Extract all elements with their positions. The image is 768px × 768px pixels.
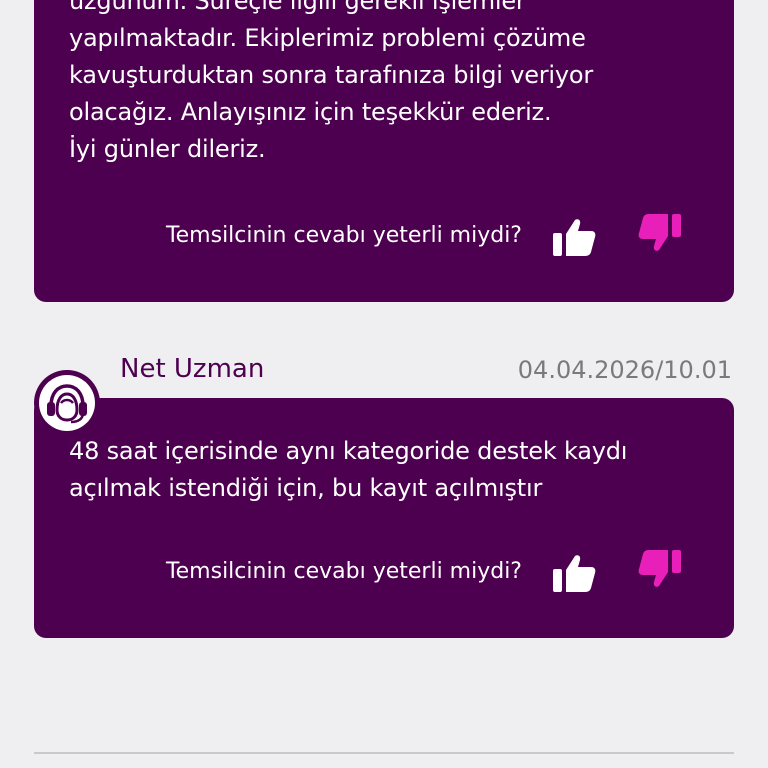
- dislike-button[interactable]: [635, 547, 685, 591]
- message-timestamp: 04.04.2026/10.01: [517, 356, 732, 384]
- message-line: İyi günler dileriz.: [69, 135, 266, 163]
- feedback-question: Temsilcinin cevabı yeterli miydi?: [165, 223, 522, 248]
- message-text: üzgünüm. Süreçle ilgili gerekli işlemler…: [69, 0, 704, 168]
- thumbs-up-icon: [553, 219, 596, 256]
- support-agent-icon: [47, 384, 87, 424]
- chat-thread: üzgünüm. Süreçle ilgili gerekli işlemler…: [0, 0, 768, 768]
- thumbs-up-icon: [553, 555, 596, 592]
- dislike-button[interactable]: [635, 211, 685, 255]
- message-line: açılmak istendiği için, bu kayıt açılmış…: [69, 474, 543, 502]
- message-bubble: üzgünüm. Süreçle ilgili gerekli işlemler…: [34, 0, 734, 302]
- message-line: yapılmaktadır. Ekiplerimiz problemi çözü…: [69, 24, 586, 52]
- like-button[interactable]: [550, 551, 598, 595]
- avatar: [34, 370, 100, 436]
- message-line: 48 saat içerisinde aynı kategoride deste…: [69, 437, 628, 465]
- message-bubble: 48 saat içerisinde aynı kategoride deste…: [34, 398, 734, 638]
- feedback-row: Temsilcinin cevabı yeterli miydi?: [34, 550, 734, 595]
- message-line: üzgünüm. Süreçle ilgili gerekli işlemler: [69, 0, 526, 15]
- message-text: 48 saat içerisinde aynı kategoride deste…: [69, 433, 704, 507]
- like-button[interactable]: [550, 215, 598, 259]
- thumbs-down-icon: [638, 550, 681, 587]
- sender-name: Net Uzman: [120, 354, 265, 384]
- message-line: olacağız. Anlayışınız için teşekkür eder…: [69, 98, 552, 126]
- message-header: Net Uzman 04.04.2026/10.01: [0, 352, 768, 392]
- feedback-question: Temsilcinin cevabı yeterli miydi?: [165, 559, 522, 584]
- feedback-row: Temsilcinin cevabı yeterli miydi?: [34, 214, 734, 259]
- thumbs-down-icon: [638, 214, 681, 251]
- divider: [34, 752, 734, 754]
- message-line: kavuşturduktan sonra tarafınıza bilgi ve…: [69, 61, 594, 89]
